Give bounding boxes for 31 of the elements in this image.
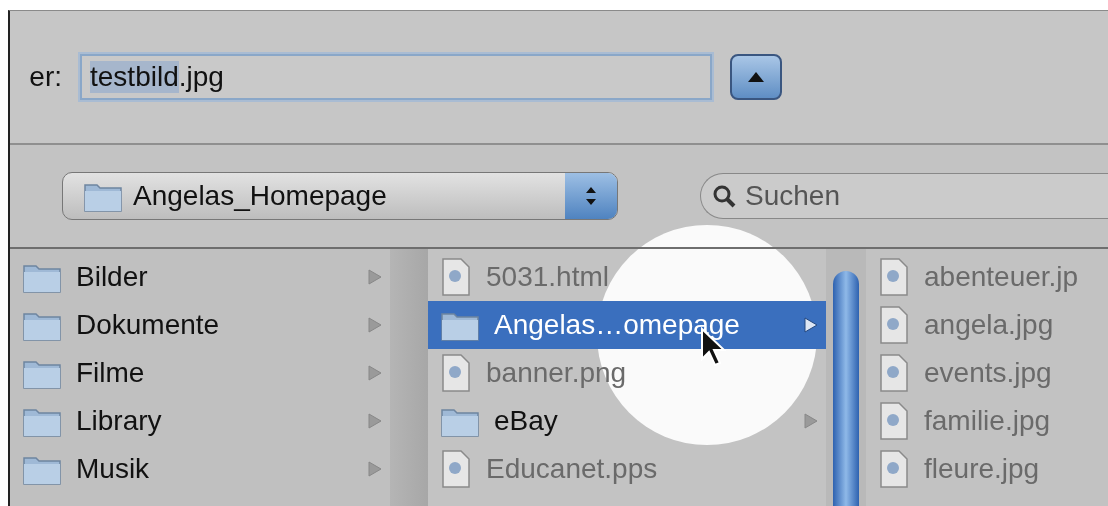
file-icon [440, 354, 472, 392]
stepper-icon [565, 173, 617, 219]
location-popup[interactable]: Angelas_Homepage [62, 172, 618, 220]
disclosure-arrow-icon [804, 413, 818, 429]
file-row[interactable]: Bilder [10, 253, 390, 301]
file-row[interactable]: Musik [10, 445, 390, 493]
file-icon [878, 402, 910, 440]
disclosure-arrow-icon [368, 413, 382, 429]
disclosure-button[interactable] [730, 54, 782, 100]
disclosure-arrow-icon [368, 461, 382, 477]
file-icon [878, 354, 910, 392]
search-field[interactable]: Suchen [700, 173, 1108, 219]
file-icon [878, 306, 910, 344]
file-row[interactable]: eBay [428, 397, 826, 445]
file-icon [878, 450, 910, 488]
filename-field[interactable]: testbild.jpg [80, 54, 712, 100]
search-icon [712, 184, 736, 208]
disclosure-arrow-icon [368, 269, 382, 285]
disclosure-arrow-icon [368, 365, 382, 381]
scrollbar-thumb[interactable] [833, 271, 859, 506]
file-icon [440, 450, 472, 488]
triangle-icon [747, 71, 765, 83]
file-row[interactable]: Filme [10, 349, 390, 397]
file-icon [440, 258, 472, 296]
disclosure-arrow-icon [368, 317, 382, 333]
file-row[interactable]: Dokumente [10, 301, 390, 349]
file-row[interactable]: Library [10, 397, 390, 445]
disclosure-arrow-icon [804, 317, 818, 333]
file-row[interactable]: Angelas…omepage [428, 301, 826, 349]
save-as-label: er: [28, 61, 62, 93]
file-icon [878, 258, 910, 296]
